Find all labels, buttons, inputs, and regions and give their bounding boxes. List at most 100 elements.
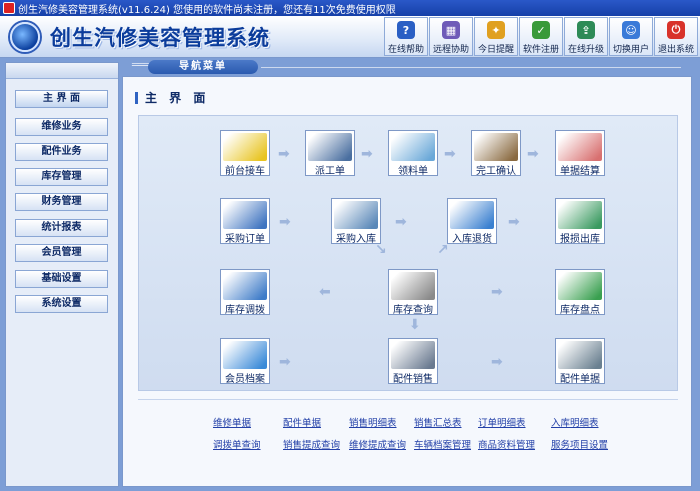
toolbar-button-7[interactable]: ⏻ 退出系统 xyxy=(654,17,698,56)
upgrade-icon: ⇪ xyxy=(577,21,595,39)
purchase-order-icon xyxy=(223,201,267,229)
workflow-tile-label: 库存查询 xyxy=(393,305,433,316)
toolbar-button-2[interactable]: ▦ 远程协助 xyxy=(429,17,473,56)
workflow-tile-14[interactable]: 配件销售 xyxy=(388,338,438,385)
toolbar-button-label: 切换用户 xyxy=(612,45,649,55)
nav-item-7[interactable]: 会员管理 xyxy=(15,244,108,262)
quick-link-10[interactable]: 车辆档案管理 xyxy=(414,437,471,451)
workflow-tile-label: 前台接车 xyxy=(225,166,265,177)
purchase-inbound-icon xyxy=(334,201,378,229)
workflow-tile-8[interactable]: 入库退货 xyxy=(447,198,497,245)
stock-count-icon xyxy=(558,272,602,300)
flow-arrow-icon: ➡ xyxy=(444,146,456,162)
workflow-tile-label: 领料单 xyxy=(398,166,428,177)
nav-item-5[interactable]: 财务管理 xyxy=(15,193,108,211)
workflow-tile-label: 入库退货 xyxy=(452,234,492,245)
window-title-bar: 创生汽修美容管理系统(v11.6.24) 您使用的软件尚未注册，您还有11次免费… xyxy=(0,0,700,16)
register-icon: ✓ xyxy=(532,21,550,39)
workflow-tile-label: 单据结算 xyxy=(560,166,600,177)
toolbar-button-label: 软件注册 xyxy=(522,45,559,55)
flow-arrow-icon: ➡ xyxy=(395,214,407,230)
parts-document-icon xyxy=(558,341,602,369)
workflow-tile-label: 派工单 xyxy=(315,166,345,177)
quick-link-8[interactable]: 销售提成查询 xyxy=(283,437,340,451)
header: 创生汽修美容管理系统 ? 在线帮助 ▦ 远程协助 ✦ 今日提醒 ✓ 软件注册 ⇪ 在线升级 ☺ 切换用… xyxy=(0,16,700,58)
material-requisition-icon xyxy=(391,133,435,161)
flow-arrow-icon: ➡ xyxy=(527,146,539,162)
nav-item-4[interactable]: 库存管理 xyxy=(15,168,108,186)
workflow-tile-11[interactable]: 库存查询 xyxy=(388,269,438,316)
workflow-tile-3[interactable]: 领料单 xyxy=(388,130,438,177)
workflow-area: 前台接车 派工单 领料单 完工确认 单据结算采购订单 采购入库 入库退货 报损出库库存调拨 库存… xyxy=(138,115,678,391)
completion-icon xyxy=(474,133,518,161)
flow-arrow-icon: ➡ xyxy=(278,146,290,162)
logo-mark-icon xyxy=(10,22,40,52)
flow-arrow-icon: ➡ xyxy=(279,214,291,230)
main-panel-header: 主 界 面 xyxy=(135,89,209,106)
workflow-tile-2[interactable]: 派工单 xyxy=(305,130,355,177)
toolbar-button-label: 今日提醒 xyxy=(477,45,514,55)
settlement-icon xyxy=(558,133,602,161)
toolbar-button-4[interactable]: ✓ 软件注册 xyxy=(519,17,563,56)
workflow-tile-13[interactable]: 会员档案 xyxy=(220,338,270,385)
flow-arrow-icon: ➡ xyxy=(508,214,520,230)
workflow-tile-label: 库存盘点 xyxy=(560,305,600,316)
toolbar-button-1[interactable]: ? 在线帮助 xyxy=(384,17,428,56)
banner-line xyxy=(261,67,681,68)
car-reception-icon xyxy=(223,133,267,161)
stock-query-icon xyxy=(391,272,435,300)
quick-link-3[interactable]: 销售明细表 xyxy=(349,415,397,429)
main-panel-title: 主 界 面 xyxy=(145,91,210,105)
quick-link-6[interactable]: 入库明细表 xyxy=(551,415,599,429)
quick-link-11[interactable]: 商品资料管理 xyxy=(478,437,535,451)
app-icon xyxy=(3,2,15,14)
logo-text: 创生汽修美容管理系统 xyxy=(50,25,270,50)
quick-link-1[interactable]: 维修单据 xyxy=(213,415,251,429)
quick-link-4[interactable]: 销售汇总表 xyxy=(414,415,462,429)
nav-item-2[interactable]: 维修业务 xyxy=(15,118,108,136)
flow-arrow-icon: ⬅ xyxy=(319,284,331,300)
member-file-icon xyxy=(223,341,267,369)
workflow-tile-label: 配件单据 xyxy=(560,374,600,385)
quick-link-12[interactable]: 服务项目设置 xyxy=(551,437,608,451)
nav-item-3[interactable]: 配件业务 xyxy=(15,143,108,161)
nav-menu-banner: ═══ 导航菜单 xyxy=(126,58,692,76)
workflow-tile-5[interactable]: 单据结算 xyxy=(555,130,605,177)
workflow-tile-label: 采购入库 xyxy=(336,234,376,245)
workflow-tile-label: 完工确认 xyxy=(476,166,516,177)
workflow-tile-15[interactable]: 配件单据 xyxy=(555,338,605,385)
nav-item-6[interactable]: 统计报表 xyxy=(15,219,108,237)
left-navigation: 主 界 面维修业务配件业务库存管理财务管理统计报表会员管理基础设置系统设置 xyxy=(5,62,119,487)
header-accent-bar xyxy=(135,91,138,104)
quick-link-7[interactable]: 调拨单查询 xyxy=(213,437,261,451)
toolbar-button-label: 在线帮助 xyxy=(387,45,424,55)
workflow-tile-12[interactable]: 库存盘点 xyxy=(555,269,605,316)
quick-link-2[interactable]: 配件单据 xyxy=(283,415,321,429)
workflow-tile-4[interactable]: 完工确认 xyxy=(471,130,521,177)
quick-link-9[interactable]: 维修提成查询 xyxy=(349,437,406,451)
divider xyxy=(138,399,678,400)
toolbar-button-5[interactable]: ⇪ 在线升级 xyxy=(564,17,608,56)
workflow-tile-9[interactable]: 报损出库 xyxy=(555,198,605,245)
flow-arrow-icon: ➡ xyxy=(491,354,503,370)
quick-link-5[interactable]: 订单明细表 xyxy=(478,415,526,429)
workflow-tile-6[interactable]: 采购订单 xyxy=(220,198,270,245)
flow-arrow-icon: ↗ xyxy=(437,242,449,258)
nav-item-1[interactable]: 主 界 面 xyxy=(15,90,108,108)
flow-arrow-icon: ➡ xyxy=(279,354,291,370)
workflow-tile-label: 采购订单 xyxy=(225,234,265,245)
loss-outbound-icon xyxy=(558,201,602,229)
toolbar-button-label: 退出系统 xyxy=(657,45,694,55)
toolbar-button-6[interactable]: ☺ 切换用户 xyxy=(609,17,653,56)
flow-arrow-icon: ➡ xyxy=(361,146,373,162)
nav-item-8[interactable]: 基础设置 xyxy=(15,270,108,288)
workflow-tile-label: 会员档案 xyxy=(225,374,265,385)
workflow-tile-1[interactable]: 前台接车 xyxy=(220,130,270,177)
workflow-tile-label: 报损出库 xyxy=(560,234,600,245)
flow-arrow-icon: ↘ xyxy=(375,242,387,258)
nav-item-9[interactable]: 系统设置 xyxy=(15,295,108,313)
workflow-tile-10[interactable]: 库存调拨 xyxy=(220,269,270,316)
logo: 创生汽修美容管理系统 xyxy=(10,22,270,52)
toolbar-button-3[interactable]: ✦ 今日提醒 xyxy=(474,17,518,56)
workflow-tile-7[interactable]: 采购入库 xyxy=(331,198,381,245)
